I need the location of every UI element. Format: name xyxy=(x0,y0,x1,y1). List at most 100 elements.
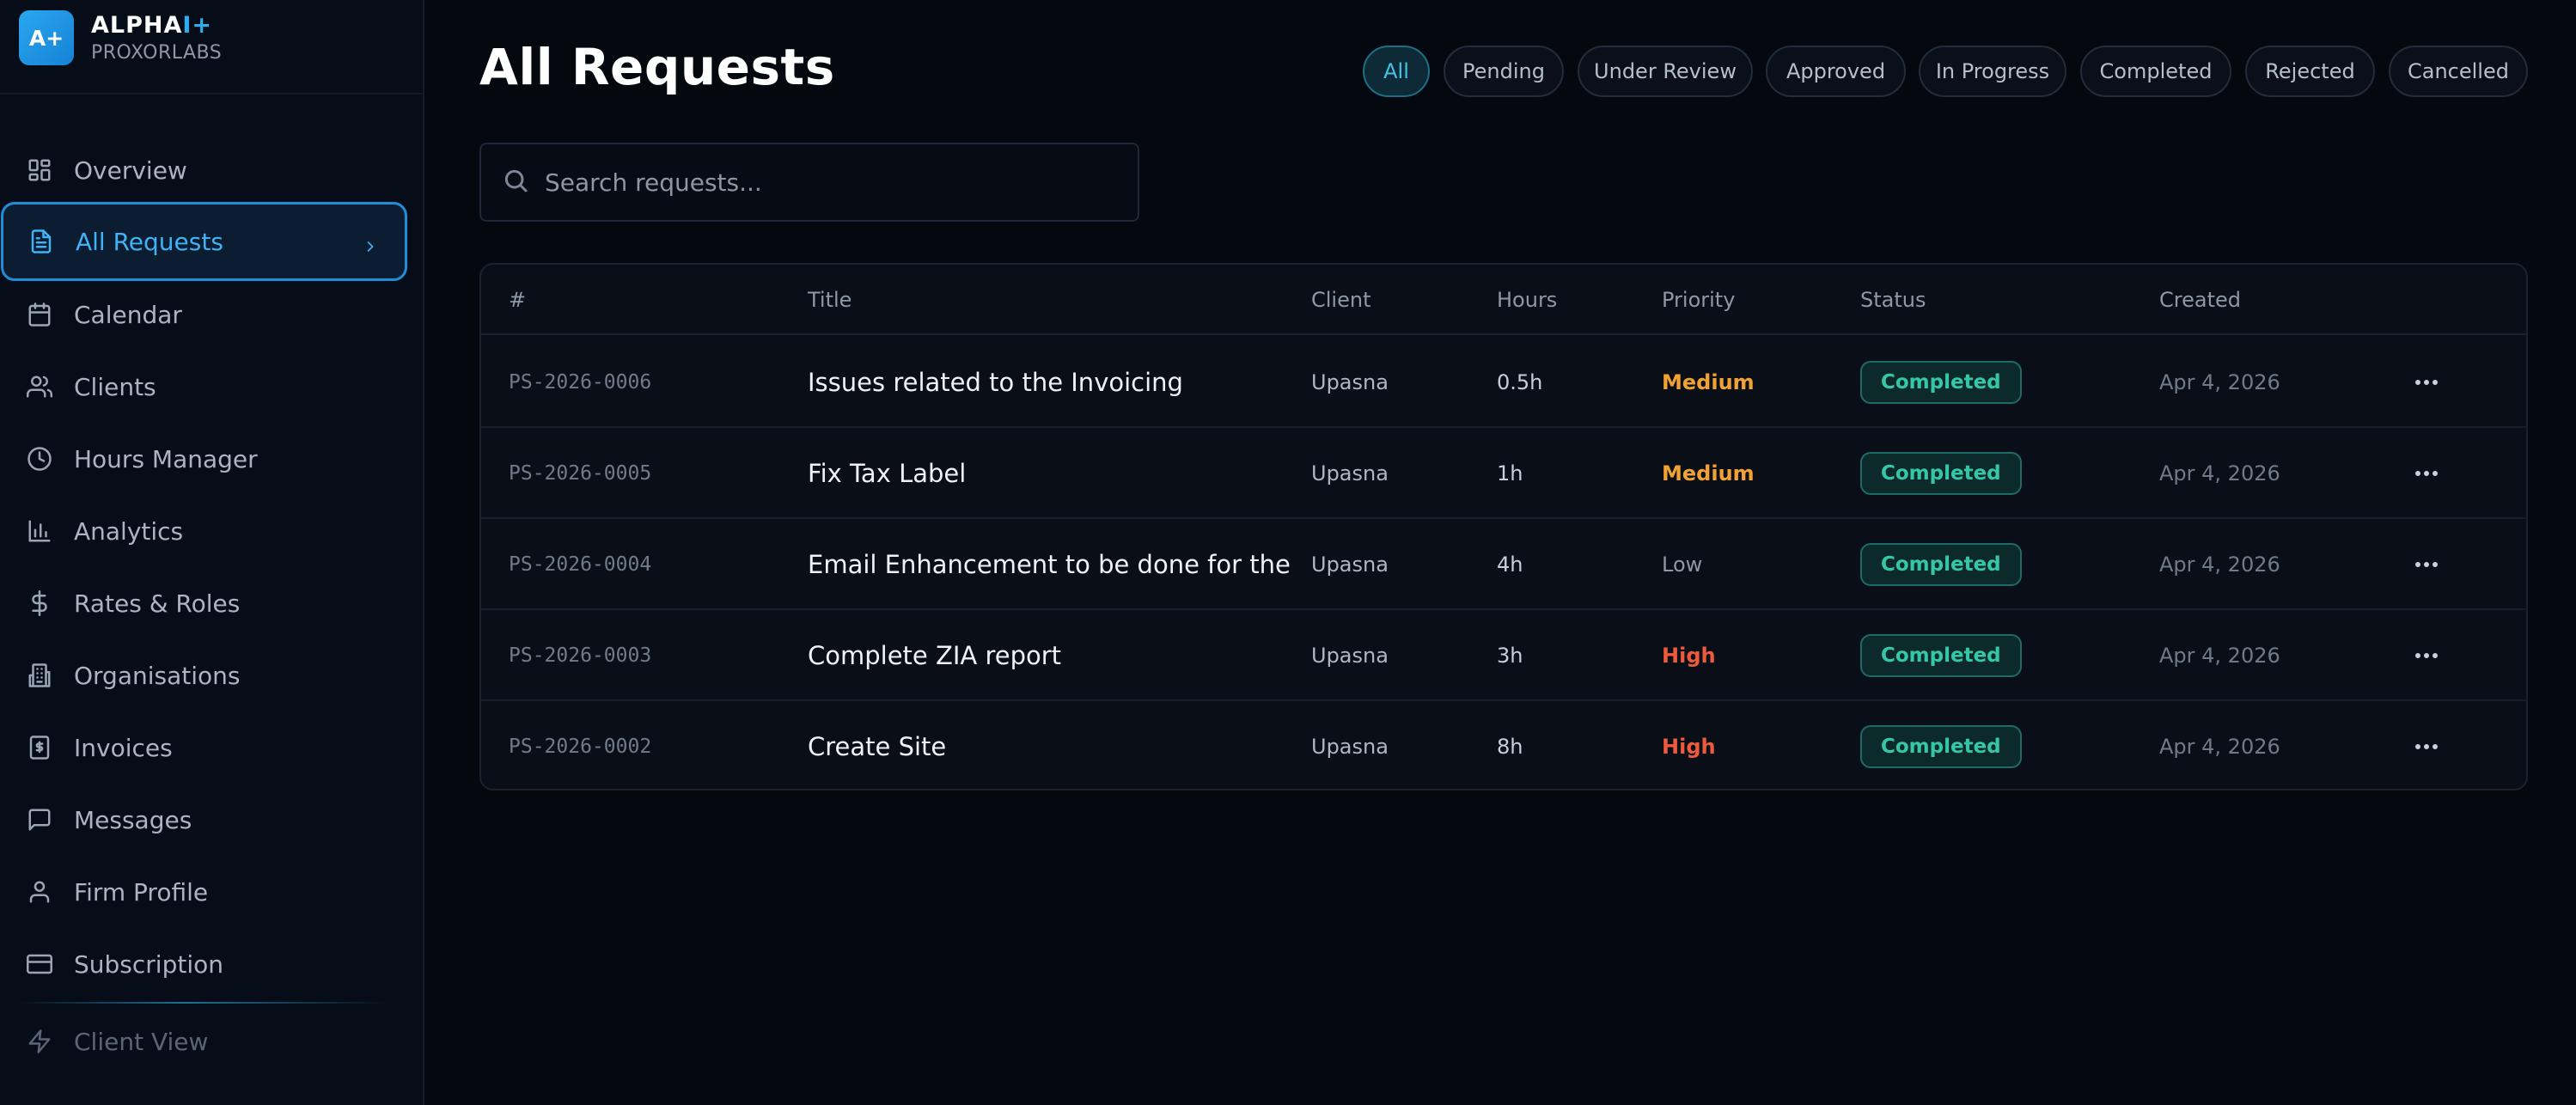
sidebar-item-rates-roles[interactable]: Rates & Roles xyxy=(0,564,407,643)
filter-chip-pending[interactable]: Pending xyxy=(1444,46,1564,97)
request-id: PS-2026-0005 xyxy=(509,462,652,485)
brand-name-text: ALPHA xyxy=(91,12,183,39)
sidebar-item-label: All Requests xyxy=(76,227,223,256)
status-cell: Completed xyxy=(1860,610,2022,701)
filter-chip-completed[interactable]: Completed xyxy=(2080,46,2231,97)
priority-label: High xyxy=(1662,644,1716,668)
status-badge: Completed xyxy=(1860,452,2022,495)
table-header: # Title Client Hours Priority Status Cre… xyxy=(481,265,2526,335)
request-created-date: Apr 4, 2026 xyxy=(2159,735,2280,759)
sidebar-item-label: Clients xyxy=(74,372,156,401)
more-options-icon[interactable] xyxy=(2409,365,2444,400)
priority-label: High xyxy=(1662,735,1716,759)
sidebar-item-overview[interactable]: Overview xyxy=(0,131,407,210)
row-actions xyxy=(2409,428,2444,519)
priority-label: Medium xyxy=(1662,461,1755,485)
row-actions xyxy=(2409,337,2444,428)
status-filter-bar: All Pending Under Review Approved In Pro… xyxy=(0,46,2576,97)
request-created-date: Apr 4, 2026 xyxy=(2159,370,2280,394)
request-title[interactable]: Create Site xyxy=(808,701,946,789)
request-client: Upasna xyxy=(1311,461,1389,485)
file-text-icon xyxy=(27,228,55,255)
sidebar-item-label: Rates & Roles xyxy=(74,589,241,618)
table-row[interactable]: PS-2026-0004 Email Enhancement to be don… xyxy=(481,519,2526,610)
column-header-status[interactable]: Status xyxy=(1860,265,1926,335)
column-header-priority[interactable]: Priority xyxy=(1662,265,1735,335)
column-header-id[interactable]: # xyxy=(509,265,526,335)
filter-chip-rejected[interactable]: Rejected xyxy=(2245,46,2375,97)
sidebar-item-label: Firm Profile xyxy=(74,877,209,907)
sidebar-item-firm-profile[interactable]: Firm Profile xyxy=(0,852,407,931)
request-id: PS-2026-0003 xyxy=(509,644,652,667)
sidebar-item-hours-manager[interactable]: Hours Manager xyxy=(0,419,407,498)
sidebar-item-organisations[interactable]: Organisations xyxy=(0,636,407,715)
request-hours: 0.5h xyxy=(1497,370,1543,394)
filter-chip-in-progress[interactable]: In Progress xyxy=(1919,46,2066,97)
sidebar-item-analytics[interactable]: Analytics xyxy=(0,491,407,571)
status-badge: Completed xyxy=(1860,361,2022,404)
more-options-icon[interactable] xyxy=(2409,730,2444,764)
sidebar-item-label: Client View xyxy=(74,1027,209,1056)
request-client: Upasna xyxy=(1311,735,1389,759)
status-cell: Completed xyxy=(1860,519,2022,610)
sidebar-item-invoices[interactable]: Invoices xyxy=(0,708,407,787)
request-created-date: Apr 4, 2026 xyxy=(2159,461,2280,485)
status-badge: Completed xyxy=(1860,634,2022,677)
column-header-created[interactable]: Created xyxy=(2159,265,2241,335)
request-created-date: Apr 4, 2026 xyxy=(2159,644,2280,668)
users-icon xyxy=(26,373,53,400)
request-client: Upasna xyxy=(1311,644,1389,668)
grid-icon xyxy=(26,156,53,184)
user-icon xyxy=(26,878,53,906)
dollar-icon xyxy=(26,589,53,617)
more-options-icon[interactable] xyxy=(2409,638,2444,673)
chevron-right-icon xyxy=(362,233,379,252)
table-row[interactable]: PS-2026-0006 Issues related to the Invoi… xyxy=(481,337,2526,428)
request-title[interactable]: Email Enhancement to be done for the ... xyxy=(808,519,1297,610)
filter-chip-approved[interactable]: Approved xyxy=(1766,46,1906,97)
request-title[interactable]: Issues related to the Invoicing xyxy=(808,337,1183,428)
credit-card-icon xyxy=(26,950,53,978)
sidebar-item-subscription[interactable]: Subscription xyxy=(0,925,407,1004)
request-id: PS-2026-0004 xyxy=(509,553,652,576)
filter-chip-under-review[interactable]: Under Review xyxy=(1578,46,1753,97)
status-badge: Completed xyxy=(1860,725,2022,768)
sidebar-item-clients[interactable]: Clients xyxy=(0,347,407,426)
more-options-icon[interactable] xyxy=(2409,547,2444,582)
sidebar-item-label: Analytics xyxy=(74,516,184,546)
filter-chip-all[interactable]: All xyxy=(1363,46,1430,97)
request-hours: 4h xyxy=(1497,552,1523,577)
brand-name: ALPHAI+ xyxy=(91,12,212,39)
brand-name-accent: I+ xyxy=(182,12,213,39)
bar-chart-icon xyxy=(26,517,53,545)
request-hours: 3h xyxy=(1497,644,1523,668)
status-cell: Completed xyxy=(1860,428,2022,519)
sidebar-item-all-requests[interactable]: All Requests xyxy=(1,202,407,281)
request-title[interactable]: Fix Tax Label xyxy=(808,428,966,519)
column-header-title[interactable]: Title xyxy=(808,265,852,335)
table-row[interactable]: PS-2026-0005 Fix Tax Label Upasna 1h Med… xyxy=(481,428,2526,519)
request-title[interactable]: Complete ZIA report xyxy=(808,610,1061,701)
column-header-hours[interactable]: Hours xyxy=(1497,265,1557,335)
sidebar-item-calendar[interactable]: Calendar xyxy=(0,275,407,354)
table-row[interactable]: PS-2026-0002 Create Site Upasna 8h High … xyxy=(481,701,2526,789)
search-input[interactable] xyxy=(545,168,1129,197)
sidebar-item-messages[interactable]: Messages xyxy=(0,780,407,859)
sidebar: A+ ALPHAI+ PROXORLABS Overview All Reque… xyxy=(0,0,424,1105)
request-client: Upasna xyxy=(1311,370,1389,394)
receipt-icon xyxy=(26,734,53,761)
column-header-client[interactable]: Client xyxy=(1311,265,1370,335)
search-icon xyxy=(502,167,529,198)
status-cell: Completed xyxy=(1860,701,2022,789)
sidebar-item-label: Calendar xyxy=(74,300,182,329)
request-id: PS-2026-0006 xyxy=(509,371,652,394)
request-created-date: Apr 4, 2026 xyxy=(2159,552,2280,577)
table-row[interactable]: PS-2026-0003 Complete ZIA report Upasna … xyxy=(481,610,2526,701)
request-id: PS-2026-0002 xyxy=(509,736,652,758)
sidebar-item-label: Invoices xyxy=(74,733,173,762)
sidebar-item-client-view[interactable]: Client View xyxy=(0,1002,407,1081)
priority-label: Medium xyxy=(1662,370,1755,394)
priority-label: Low xyxy=(1662,552,1703,577)
more-options-icon[interactable] xyxy=(2409,456,2444,491)
filter-chip-cancelled[interactable]: Cancelled xyxy=(2389,46,2528,97)
